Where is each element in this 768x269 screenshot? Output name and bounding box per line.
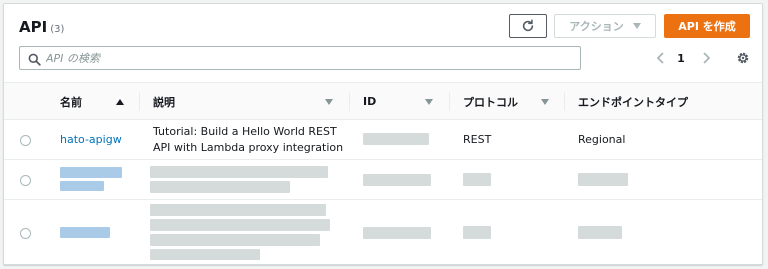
- redacted-protocol: [463, 226, 491, 239]
- redacted-description: [150, 249, 260, 260]
- redacted-description: [150, 181, 290, 193]
- column-divider: [139, 92, 140, 111]
- table-row[interactable]: hato-apigw Tutorial: Build a Hello World…: [4, 120, 762, 160]
- column-divider: [564, 92, 565, 111]
- column-header-protocol[interactable]: プロトコル: [463, 83, 563, 120]
- redacted-api-name[interactable]: [60, 227, 110, 238]
- api-count: (3): [50, 24, 65, 35]
- api-name-link[interactable]: hato-apigw: [60, 132, 122, 148]
- next-page-button[interactable]: [699, 48, 713, 68]
- redacted-id: [363, 227, 431, 239]
- redacted-description: [150, 166, 328, 178]
- refresh-icon: [522, 19, 534, 32]
- sort-icon: [425, 99, 433, 105]
- panel-header: API (3) アクション API を作成: [4, 4, 762, 42]
- api-description-line: Tutorial: Build a Hello World REST: [153, 125, 337, 138]
- refresh-button[interactable]: [509, 14, 547, 38]
- redacted-id: [363, 133, 429, 145]
- search-icon: [28, 51, 41, 70]
- api-protocol: REST: [463, 133, 492, 146]
- redacted-api-name[interactable]: [60, 181, 104, 191]
- gear-icon: [737, 52, 749, 64]
- previous-page-button[interactable]: [654, 48, 668, 68]
- redacted-description: [150, 219, 330, 231]
- page-title: API (3): [19, 18, 64, 36]
- row-select-radio[interactable]: [20, 175, 31, 186]
- column-header-name[interactable]: 名前: [60, 83, 138, 120]
- column-header-id[interactable]: ID: [363, 83, 453, 120]
- api-endpoint-type: Regional: [578, 133, 626, 146]
- column-header-description-label: 説明: [153, 95, 175, 109]
- table-row[interactable]: [4, 200, 762, 264]
- create-api-button[interactable]: API を作成: [664, 14, 750, 38]
- caret-down-icon: [632, 23, 641, 29]
- redacted-id: [363, 174, 431, 186]
- redacted-endpoint-type: [578, 173, 628, 186]
- preferences-button[interactable]: [735, 48, 751, 68]
- table-row[interactable]: [4, 160, 762, 200]
- chevron-right-icon: [703, 52, 711, 64]
- api-list-panel: API(3) アクション API を作成 1: [3, 3, 763, 265]
- redacted-description: [150, 204, 326, 216]
- column-header-endpoint-type[interactable]: エンドポイントタイプ: [578, 83, 758, 120]
- row-select-radio[interactable]: [20, 228, 31, 239]
- column-divider: [349, 92, 350, 111]
- chevron-left-icon: [656, 52, 664, 64]
- redacted-endpoint-type: [578, 226, 622, 239]
- sort-icon: [541, 99, 549, 105]
- column-header-description[interactable]: 説明: [153, 83, 348, 120]
- api-description: Tutorial: Build a Hello World REST API w…: [153, 124, 348, 156]
- column-header-id-label: ID: [363, 95, 377, 108]
- column-divider: [449, 92, 450, 111]
- column-header-endpoint-type-label: エンドポイントタイプ: [578, 95, 688, 109]
- actions-label: アクション: [569, 20, 624, 33]
- table-header: 名前 説明 ID プロトコル エンドポイントタイプ: [4, 82, 762, 120]
- sort-ascending-icon: [116, 99, 124, 105]
- redacted-description: [150, 234, 320, 246]
- create-api-label: API を作成: [678, 20, 736, 33]
- row-select-radio[interactable]: [20, 135, 31, 146]
- page-title-text: API: [19, 18, 48, 36]
- column-header-name-label: 名前: [60, 95, 82, 109]
- actions-dropdown-button[interactable]: アクション: [554, 14, 656, 38]
- redacted-api-name[interactable]: [60, 167, 122, 178]
- redacted-protocol: [463, 173, 491, 186]
- search-input[interactable]: [46, 49, 566, 67]
- column-header-protocol-label: プロトコル: [463, 95, 518, 109]
- search-box[interactable]: [19, 46, 581, 70]
- api-description-line: API with Lambda proxy integration: [153, 141, 344, 154]
- page-number-1[interactable]: 1: [674, 48, 688, 68]
- sort-icon: [325, 99, 333, 105]
